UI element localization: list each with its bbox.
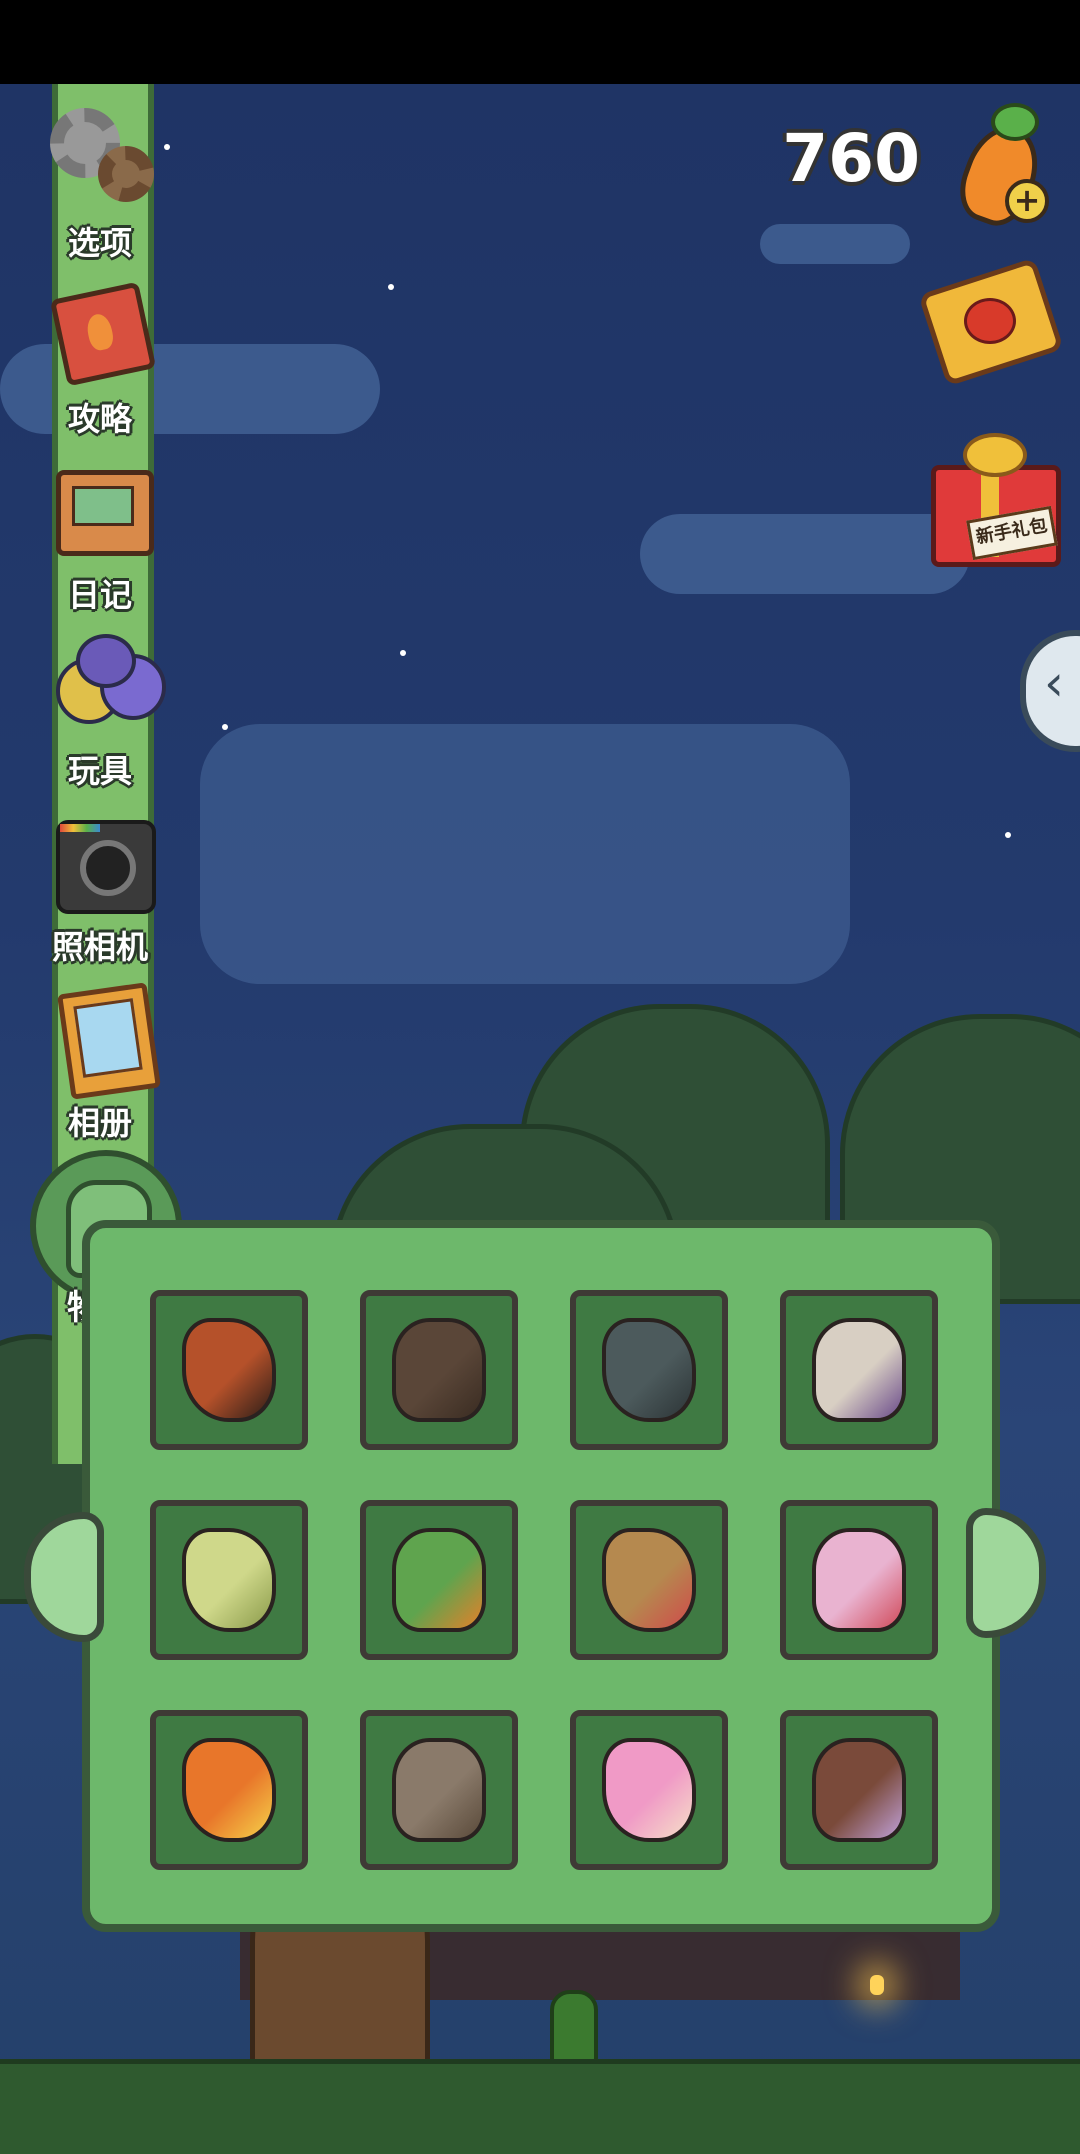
inventory-slot[interactable] — [150, 1710, 308, 1870]
pufferfish-icon — [182, 1528, 276, 1632]
add-carrot-button[interactable]: + — [950, 103, 1055, 234]
guidebook-icon — [49, 281, 157, 387]
sidebar-item-guide[interactable]: 攻略 — [30, 281, 170, 454]
status-bar — [0, 0, 1080, 84]
album-icon — [50, 982, 161, 1100]
inventory-slot[interactable] — [570, 1710, 728, 1870]
plus-icon: + — [1005, 179, 1049, 223]
sidebar-item-label: 日记 — [67, 576, 132, 614]
catfish-icon — [602, 1318, 696, 1422]
toy-balls-icon — [50, 634, 166, 736]
yarn-ball-icon — [392, 1738, 486, 1842]
crepe-icon — [812, 1528, 906, 1632]
sidebar-item-label: 选项 — [67, 224, 132, 262]
star — [222, 724, 228, 730]
inventory-slot[interactable] — [780, 1710, 938, 1870]
inventory-slot[interactable] — [360, 1290, 518, 1450]
sunscreen-icon — [182, 1738, 276, 1842]
carrot-count: 760 — [782, 120, 920, 197]
lottery-ticket-button[interactable] — [918, 257, 1064, 387]
sidebar-item-album[interactable]: 相册 — [30, 982, 170, 1158]
lionfish-icon — [182, 1318, 276, 1422]
lamp-icon — [870, 1975, 884, 1995]
sidebar-item-diary[interactable]: 日记 — [30, 460, 170, 630]
sidebar-item-label: 玩具 — [67, 752, 132, 790]
sidebar-item-label: 照相机 — [51, 928, 148, 966]
sidebar-item-label: 攻略 — [67, 400, 132, 438]
cotton-candy-icon — [602, 1738, 696, 1842]
cloud — [200, 724, 850, 984]
inventory-slot[interactable] — [150, 1290, 308, 1450]
sidebar-item-camera[interactable]: 照相机 — [30, 812, 170, 982]
inventory-slot[interactable] — [780, 1290, 938, 1450]
sidebar-item-toys[interactable]: 玩具 — [30, 634, 170, 806]
inventory-slot[interactable] — [150, 1500, 308, 1660]
cloud — [640, 514, 970, 594]
sidebar-item-label: 相册 — [67, 1104, 132, 1142]
chevron-left-icon: ‹ — [1044, 654, 1064, 712]
inventory-slot[interactable] — [360, 1710, 518, 1870]
sidebar-item-options[interactable]: 选项 — [30, 108, 170, 278]
diary-icon — [50, 460, 154, 560]
chocolate-cupcake-icon — [812, 1738, 906, 1842]
cloud — [760, 224, 910, 264]
wool-hat-icon — [602, 1528, 696, 1632]
ground — [0, 2059, 1080, 2154]
cupcake-icon — [812, 1318, 906, 1422]
inventory-slot[interactable] — [570, 1500, 728, 1660]
inventory-slot[interactable] — [570, 1290, 728, 1450]
gear-icon — [50, 108, 154, 208]
flatfish-icon — [392, 1318, 486, 1422]
inventory-slot[interactable] — [360, 1500, 518, 1660]
star — [1005, 832, 1011, 838]
camera-icon — [50, 812, 156, 914]
star — [388, 284, 394, 290]
star — [400, 650, 406, 656]
lord-of-the-carrots-book-icon — [392, 1528, 486, 1632]
starter-gift-button[interactable]: 新手礼包 — [925, 425, 1061, 567]
inventory-slot[interactable] — [780, 1500, 938, 1660]
